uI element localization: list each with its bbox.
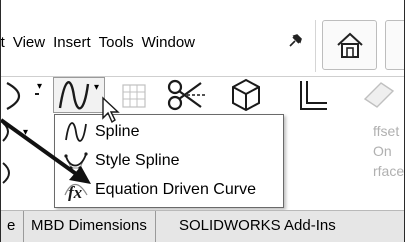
menu-edit[interactable]: lit: [1, 34, 5, 51]
menu-window[interactable]: Window: [142, 34, 195, 51]
tab-solidworks-add-ins[interactable]: SOLIDWORKS Add-Ins: [171, 211, 344, 242]
mouse-cursor-icon: [102, 96, 120, 124]
next-button[interactable]: [385, 20, 404, 70]
ghost-label-2: On: [373, 143, 392, 159]
annotation-arrow-icon: [1, 118, 91, 184]
command-manager-tabs: e MBD Dimensions SOLIDWORKS Add-Ins: [1, 210, 404, 242]
tab-mbd-dimensions[interactable]: MBD Dimensions: [23, 211, 156, 242]
arc-tool-icon[interactable]: [1, 79, 39, 113]
spline-icon: [58, 81, 90, 110]
offset-on-surface-icon: [363, 82, 395, 108]
ghost-label-1: ffset: [373, 123, 400, 139]
app-window: lit View Insert Tools Window ▾: [0, 0, 405, 242]
convert-entities-icon[interactable]: [229, 77, 263, 113]
home-icon: [337, 32, 363, 58]
home-button[interactable]: [322, 20, 377, 70]
menu-bar: lit View Insert Tools Window: [1, 0, 404, 77]
pin-icon[interactable]: [288, 32, 304, 53]
menu-insert[interactable]: Insert: [53, 34, 91, 51]
menu-item-style-spline-label: Style Spline: [95, 152, 180, 169]
trim-entities-icon[interactable]: [165, 77, 209, 113]
menu-items: lit View Insert Tools Window: [1, 34, 203, 51]
ghost-label-3: rface: [373, 163, 405, 179]
menu-item-spline-label: Spline: [95, 123, 140, 140]
arc-dropdown-arrow[interactable]: ▾: [37, 81, 42, 92]
spline-tool-button[interactable]: ▾: [53, 77, 105, 113]
spline-dropdown-arrow[interactable]: ▾: [94, 82, 99, 93]
tab-partial[interactable]: e: [1, 211, 25, 242]
offset-entities-icon[interactable]: [297, 77, 331, 113]
menu-view[interactable]: View: [13, 34, 45, 51]
menu-item-equation-driven-curve-label: Equation Driven Curve: [95, 181, 256, 198]
menu-separator: [315, 20, 316, 72]
menu-tools[interactable]: Tools: [99, 34, 134, 51]
